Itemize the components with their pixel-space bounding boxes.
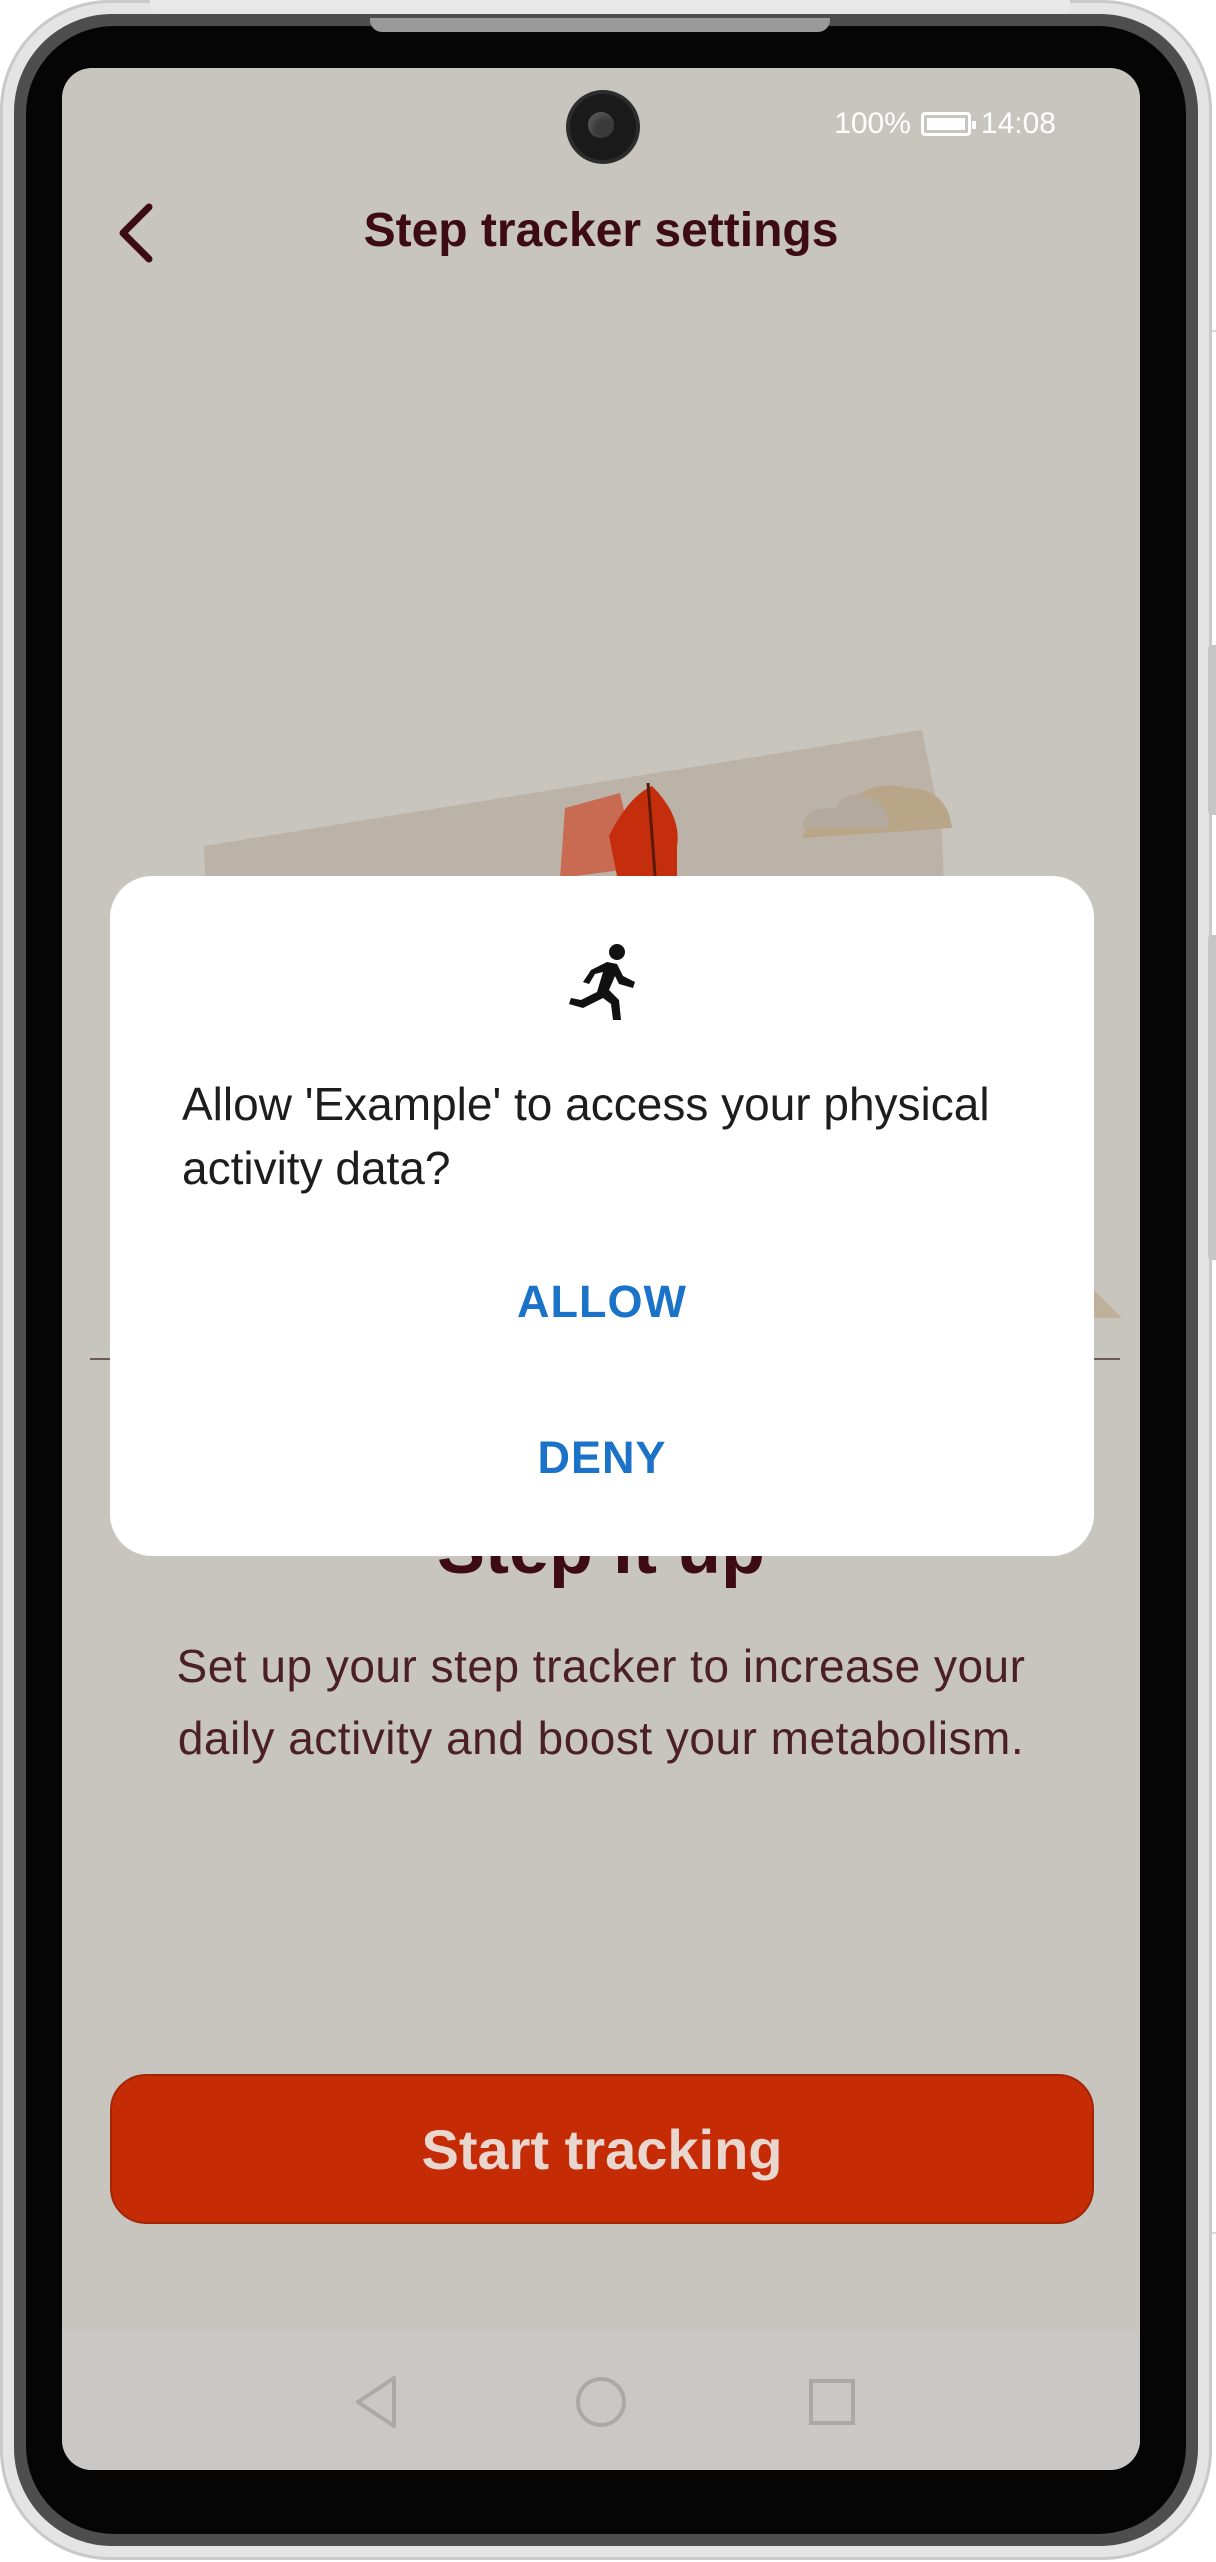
status-bar: 100% 14:08 <box>834 104 1056 144</box>
running-person-icon <box>569 944 635 1020</box>
phone-screen: 100% 14:08 Step tracker settings Step it… <box>62 68 1140 2470</box>
nav-home-button[interactable] <box>571 2372 631 2432</box>
battery-percent: 100% <box>834 107 911 140</box>
deny-button[interactable]: DENY <box>110 1432 1094 1484</box>
nav-back-button[interactable] <box>348 2372 408 2432</box>
phone-top-edge <box>150 0 1070 14</box>
page-title: Step tracker settings <box>363 204 839 257</box>
status-time: 14:08 <box>980 107 1056 140</box>
circle-home-icon <box>576 2377 626 2427</box>
permission-message: Allow 'Example' to access your physical … <box>182 1078 990 1194</box>
allow-button[interactable]: ALLOW <box>110 1276 1094 1328</box>
permission-dialog: Allow 'Example' to access your physical … <box>110 876 1094 1556</box>
start-tracking-button[interactable]: Start tracking <box>110 2074 1094 2224</box>
nav-recents-button[interactable] <box>802 2372 862 2432</box>
battery-charging-icon <box>920 112 976 136</box>
front-camera <box>570 94 636 160</box>
volume-button <box>1208 645 1216 815</box>
hero-description: Set up your step tracker to increase you… <box>176 1640 1026 1764</box>
earpiece-speaker <box>370 18 830 32</box>
power-button <box>1208 935 1216 1260</box>
triangle-back-icon <box>356 2376 396 2428</box>
square-recents-icon <box>809 2379 855 2425</box>
navigation-bar <box>62 2330 1140 2470</box>
